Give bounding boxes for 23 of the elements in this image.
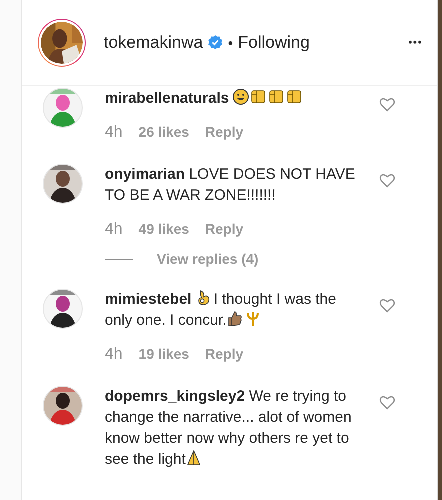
comment-time: 4h	[105, 346, 123, 364]
like-heart-icon[interactable]	[379, 297, 396, 314]
like-heart-icon[interactable]	[379, 172, 396, 189]
commenter-username-link[interactable]: mirabellenaturals	[105, 90, 230, 107]
commenter-username-link[interactable]: onyimarian	[105, 166, 186, 183]
like-heart-icon[interactable]	[379, 96, 396, 113]
thumbs-up-icon	[226, 311, 243, 327]
account-username[interactable]: tokemakinwa	[104, 32, 204, 52]
commenter-username-link[interactable]: dopemrs_kingsley2	[105, 388, 246, 405]
separator-dot: •	[228, 34, 234, 50]
commenter-username-link[interactable]: mimiestebel	[105, 291, 192, 308]
trident-icon	[244, 311, 261, 327]
like-heart-icon[interactable]	[379, 394, 396, 411]
comment-text: mimiestebel I thought I was the only one. I concur.	[105, 289, 338, 331]
grinning-face-icon	[233, 89, 250, 105]
following-button[interactable]: Following	[238, 32, 310, 52]
ok-hand-icon	[196, 290, 212, 306]
comment-time: 4h	[105, 124, 123, 142]
story-ring[interactable]	[38, 18, 86, 66]
comment-time: 4h	[105, 221, 123, 239]
comment-text: onyimarian LOVE DOES NOT HAVE TO BE A WAR ZONE!!!!!!!	[105, 165, 356, 206]
more-options-button[interactable]: •••	[408, 36, 423, 48]
comment-text: dopemrs_kingsley2 We re trying to change the narrative... alot of women know better now why others re yet to see the light	[105, 387, 353, 470]
